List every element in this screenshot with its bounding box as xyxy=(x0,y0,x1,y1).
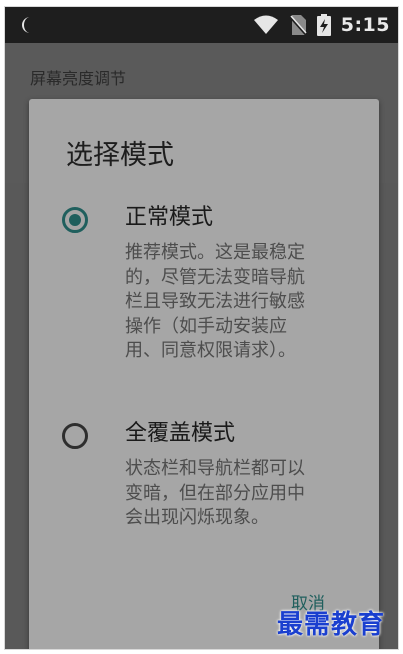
radio-button-checked[interactable] xyxy=(62,207,88,233)
option-label: 全覆盖模式 xyxy=(125,421,236,446)
moon-icon xyxy=(22,17,30,33)
option-label: 正常模式 xyxy=(125,205,214,230)
clock: 5:15 xyxy=(340,14,390,36)
wifi-icon xyxy=(253,15,278,34)
option-description: 推荐模式。这是最稳定的，尽管无法变暗导航栏且导致无法进行敏感操作（如手动安装应用… xyxy=(125,242,305,361)
status-bar: 5:15 xyxy=(5,7,398,43)
mode-select-dialog: 选择模式 正常模式 推荐模式。这是最稳定的，尽管无法变暗导航栏且导致无法进行敏感… xyxy=(29,99,379,649)
phone-screen: 5:15 屏幕亮度调节 选择模式 正常模式 推荐模式。这是最稳定的，尽管无法变暗… xyxy=(4,6,399,650)
option-normal-mode[interactable]: 正常模式 推荐模式。这是最稳定的，尽管无法变暗导航栏且导致无法进行敏感操作（如手… xyxy=(29,199,379,399)
status-icons: 5:15 xyxy=(253,13,390,37)
option-full-cover-mode[interactable]: 全覆盖模式 状态栏和导航栏都可以变暗，但在部分应用中会出现闪烁现象。 xyxy=(29,415,379,565)
option-description: 状态栏和导航栏都可以变暗，但在部分应用中会出现闪烁现象。 xyxy=(125,458,305,528)
battery-charging-icon xyxy=(316,14,331,36)
watermark-logo: 最需教育 xyxy=(277,610,386,640)
app-title: 屏幕亮度调节 xyxy=(30,69,127,88)
radio-button-unchecked[interactable] xyxy=(62,423,88,449)
dialog-title: 选择模式 xyxy=(66,140,174,171)
no-sim-icon xyxy=(288,15,307,36)
